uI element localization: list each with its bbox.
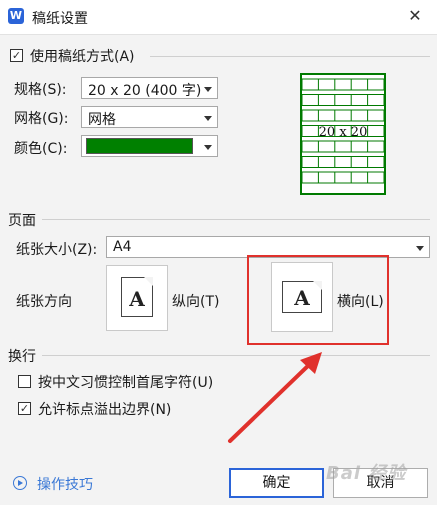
annotation-arrow	[228, 352, 322, 443]
baidu-watermark: Bai 经验	[326, 463, 407, 484]
tips-link[interactable]: 操作技巧	[37, 474, 93, 494]
ok-button[interactable]: 确定	[229, 468, 324, 498]
play-circle-icon[interactable]	[13, 476, 27, 490]
annotation-arrow-shaft	[228, 360, 314, 443]
